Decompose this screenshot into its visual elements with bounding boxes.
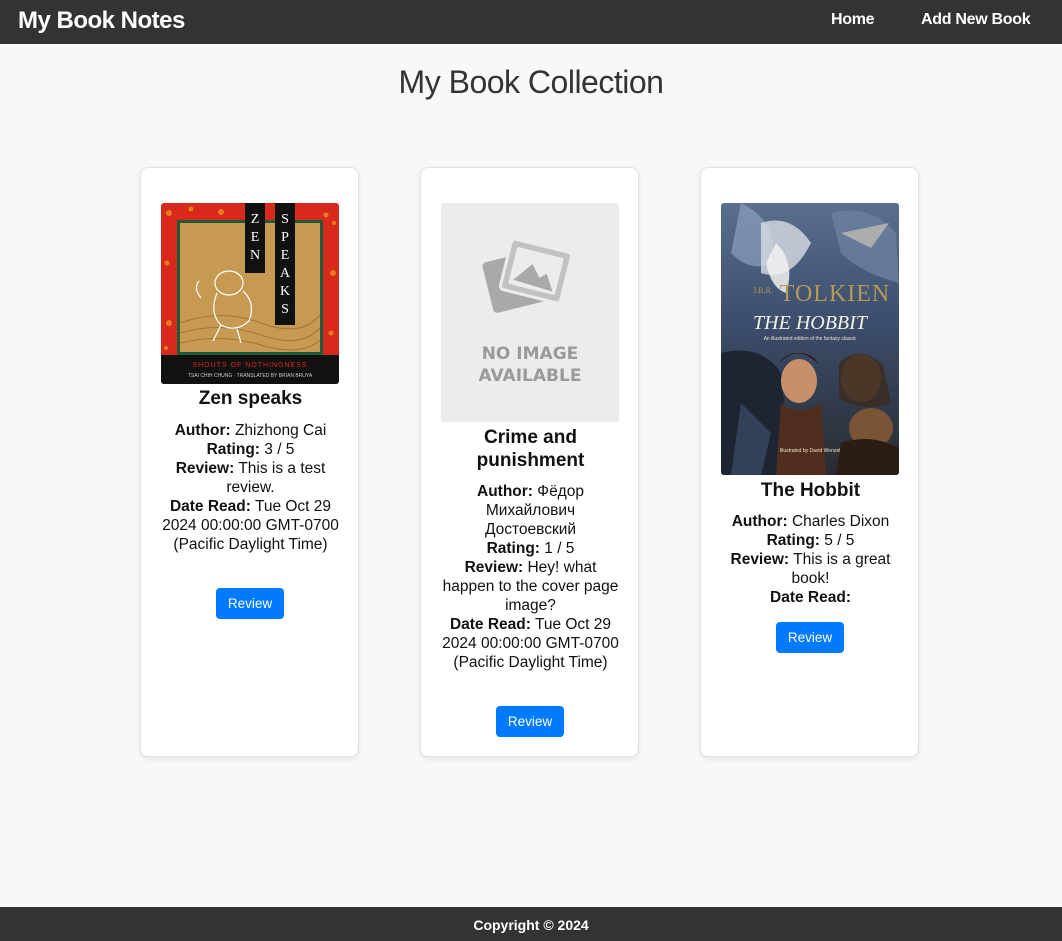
- author-label: Author:: [731, 513, 788, 530]
- author-label: Author:: [174, 422, 231, 439]
- review-button[interactable]: Review: [216, 588, 284, 619]
- rating-label: Rating:: [766, 532, 820, 549]
- review-button[interactable]: Review: [496, 706, 564, 737]
- author-label: Author:: [477, 483, 533, 500]
- date-read-label: Date Read:: [169, 498, 251, 515]
- no-image-line1: NO IMAGE: [482, 344, 579, 364]
- page-title: My Book Collection: [398, 64, 664, 100]
- book-cover-image: TOLKIEN J.R.R. THE HOBBIT An illustrated…: [721, 203, 899, 475]
- nav-home-link[interactable]: Home: [831, 11, 875, 29]
- review-value: This is a test review.: [226, 460, 326, 496]
- footer: Copyright © 2024: [0, 907, 1062, 941]
- cover-tagline: An illustrated edition of the fantasy cl…: [764, 336, 857, 342]
- svg-text:S: S: [281, 302, 289, 317]
- book-card: TOLKIEN J.R.R. THE HOBBIT An illustrated…: [700, 167, 919, 757]
- nav-add-new-book-link[interactable]: Add New Book: [921, 11, 1031, 29]
- svg-text:S: S: [281, 212, 289, 227]
- cover-initials: J.R.R.: [753, 286, 773, 295]
- cover-author: TOLKIEN: [780, 281, 891, 307]
- review-value: This is a great book!: [791, 551, 891, 587]
- date-read-label: Date Read:: [770, 589, 851, 606]
- cover-title: THE HOBBIT: [753, 312, 869, 334]
- book-cover-image: Z E N S P E A K S SHOUTS OF NOTHINGNESS …: [161, 203, 339, 384]
- zen-speaks-cover-art: Z E N S P E A K S SHOUTS OF NOTHINGNESS …: [161, 203, 339, 384]
- author-value: Zhizhong Cai: [234, 422, 327, 439]
- book-cover-image: NO IMAGE AVAILABLE: [441, 203, 619, 422]
- brand-logo[interactable]: My Book Notes: [18, 7, 185, 35]
- review-label: Review:: [730, 551, 790, 568]
- review-label: Review:: [175, 460, 235, 477]
- rating-value: 3 / 5: [264, 441, 295, 458]
- book-details: Author: Charles Dixon Rating: 5 / 5 Revi…: [719, 512, 902, 607]
- the-hobbit-cover-art: TOLKIEN J.R.R. THE HOBBIT An illustrated…: [721, 203, 899, 475]
- cover-zen-z: Z: [251, 212, 260, 227]
- navbar: My Book Notes Home Add New Book: [0, 0, 1062, 44]
- rating-label: Rating:: [206, 441, 260, 458]
- date-read-label: Date Read:: [449, 616, 531, 633]
- rating-label: Rating:: [486, 540, 540, 557]
- book-card: NO IMAGE AVAILABLE Crime and punishment …: [420, 167, 639, 757]
- no-image-line2: AVAILABLE: [479, 366, 582, 386]
- svg-text:E: E: [281, 248, 290, 263]
- no-image-placeholder: NO IMAGE AVAILABLE: [441, 203, 619, 422]
- book-card: Z E N S P E A K S SHOUTS OF NOTHINGNESS …: [140, 167, 359, 757]
- review-button[interactable]: Review: [776, 622, 844, 653]
- cover-illustrator: Illustrated by David Wenzel: [780, 448, 841, 454]
- svg-text:P: P: [281, 230, 289, 245]
- cover-credits: TSAI CHIH CHUNG · TRANSLATED BY BRIAN BR…: [188, 373, 313, 379]
- svg-text:E: E: [251, 230, 260, 245]
- svg-text:N: N: [250, 248, 260, 263]
- book-title: Zen speaks: [198, 388, 303, 409]
- book-title: The Hobbit: [760, 480, 861, 501]
- svg-text:K: K: [280, 284, 290, 299]
- cover-subtitle: SHOUTS OF NOTHINGNESS: [192, 362, 307, 369]
- author-value: Charles Dixon: [791, 513, 890, 530]
- svg-text:A: A: [280, 266, 291, 281]
- book-title: Crime and punishment: [476, 427, 585, 471]
- book-details: Author: Фёдор Михайлович Достоевский Rat…: [439, 482, 622, 672]
- review-label: Review:: [464, 559, 524, 576]
- book-details: Author: Zhizhong Cai Rating: 3 / 5 Revie…: [159, 421, 342, 554]
- copyright-text: Copyright © 2024: [473, 917, 589, 933]
- rating-value: 5 / 5: [824, 532, 855, 549]
- rating-value: 1 / 5: [544, 540, 575, 557]
